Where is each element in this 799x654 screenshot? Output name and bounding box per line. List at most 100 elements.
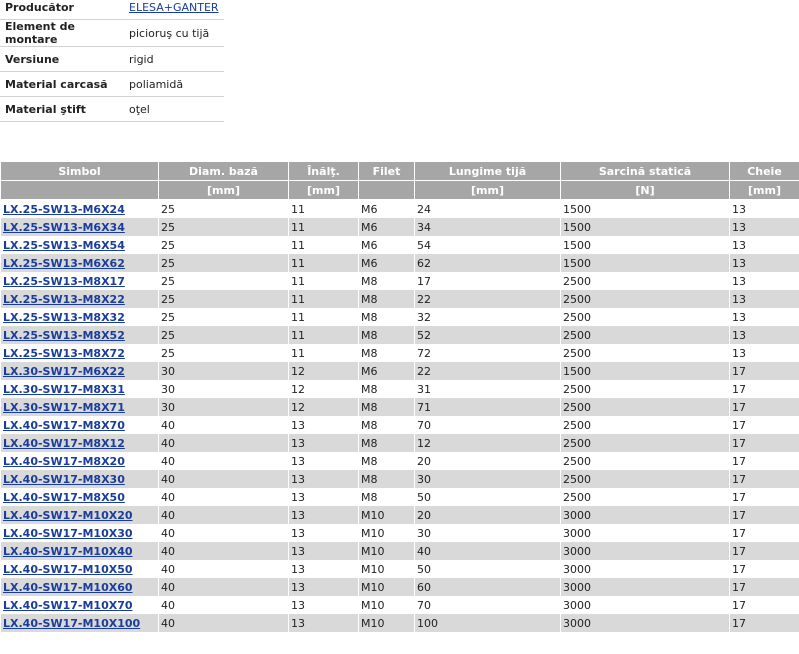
cell-base-diameter: 40 — [158, 596, 289, 614]
symbol-link[interactable]: LX.30-SW17-M8X31 — [3, 383, 125, 396]
col-header-stem-length[interactable]: Lungime tijă — [414, 161, 561, 181]
cell-stem-length: 52 — [414, 326, 561, 344]
cell-static-load: 2500 — [560, 344, 730, 362]
cell-height: 11 — [288, 254, 359, 272]
table-row: LX.40-SW17-M10X70 40 13 M10 70 3000 17 — [0, 596, 799, 614]
unit-wrench: [mm] — [729, 180, 799, 200]
product-properties-table: Producător ELESA+GANTER Element de montare… — [0, 0, 224, 122]
cell-base-diameter: 40 — [158, 470, 289, 488]
cell-thread: M6 — [358, 199, 415, 218]
cell-base-diameter: 30 — [158, 362, 289, 380]
symbol-link[interactable]: LX.25-SW13-M6X54 — [3, 239, 125, 252]
table-row: LX.40-SW17-M8X12 40 13 M8 12 2500 17 — [0, 434, 799, 452]
symbol-link[interactable]: LX.25-SW13-M6X34 — [3, 221, 125, 234]
cell-base-diameter: 25 — [158, 344, 289, 362]
unit-height: [mm] — [288, 180, 359, 200]
cell-height: 12 — [288, 362, 359, 380]
cell-thread: M10 — [358, 506, 415, 524]
manufacturer-link[interactable]: ELESA+GANTER — [129, 1, 219, 14]
symbol-link[interactable]: LX.40-SW17-M8X30 — [3, 473, 125, 486]
symbol-link[interactable]: LX.25-SW13-M8X22 — [3, 293, 125, 306]
cell-height: 12 — [288, 380, 359, 398]
symbol-link[interactable]: LX.40-SW17-M10X70 — [3, 599, 133, 612]
cell-stem-length: 24 — [414, 199, 561, 218]
col-header-base-diameter[interactable]: Diam. bază — [158, 161, 289, 181]
cell-base-diameter: 25 — [158, 236, 289, 254]
cell-base-diameter: 40 — [158, 452, 289, 470]
cell-static-load: 2500 — [560, 308, 730, 326]
col-header-symbol[interactable]: Simbol — [0, 161, 159, 181]
symbol-link[interactable]: LX.40-SW17-M10X60 — [3, 581, 133, 594]
table-row: LX.40-SW17-M8X20 40 13 M8 20 2500 17 — [0, 452, 799, 470]
cell-stem-length: 50 — [414, 560, 561, 578]
cell-base-diameter: 40 — [158, 614, 289, 632]
cell-height: 13 — [288, 524, 359, 542]
col-header-height[interactable]: Înălţ. — [288, 161, 359, 181]
symbol-link[interactable]: LX.30-SW17-M8X71 — [3, 401, 125, 414]
symbol-link[interactable]: LX.25-SW13-M6X62 — [3, 257, 125, 270]
symbol-link[interactable]: LX.25-SW13-M8X32 — [3, 311, 125, 324]
table-row: LX.25-SW13-M6X34 25 11 M6 34 1500 13 — [0, 218, 799, 236]
symbol-link[interactable]: LX.40-SW17-M10X20 — [3, 509, 133, 522]
cell-base-diameter: 40 — [158, 434, 289, 452]
cell-height: 13 — [288, 470, 359, 488]
cell-base-diameter: 25 — [158, 308, 289, 326]
table-row: LX.25-SW13-M8X17 25 11 M8 17 2500 13 — [0, 272, 799, 290]
table-row: LX.25-SW13-M6X54 25 11 M6 54 1500 13 — [0, 236, 799, 254]
cell-symbol: LX.30-SW17-M6X22 — [0, 362, 159, 380]
cell-symbol: LX.40-SW17-M8X70 — [0, 416, 159, 434]
property-value: rigid — [124, 46, 224, 72]
symbol-link[interactable]: LX.40-SW17-M10X100 — [3, 617, 140, 630]
cell-height: 11 — [288, 236, 359, 254]
cell-static-load: 2500 — [560, 470, 730, 488]
col-header-wrench[interactable]: Cheie — [729, 161, 799, 181]
cell-static-load: 2500 — [560, 326, 730, 344]
cell-static-load: 1500 — [560, 362, 730, 380]
cell-symbol: LX.25-SW13-M6X62 — [0, 254, 159, 272]
cell-static-load: 2500 — [560, 488, 730, 506]
cell-symbol: LX.40-SW17-M10X100 — [0, 614, 159, 632]
cell-static-load: 3000 — [560, 596, 730, 614]
table-units-row: [mm] [mm] [mm] [N] [mm] — [0, 180, 799, 200]
symbol-link[interactable]: LX.25-SW13-M8X52 — [3, 329, 125, 342]
property-label: Material ştift — [0, 96, 124, 122]
cell-base-diameter: 40 — [158, 560, 289, 578]
cell-symbol: LX.40-SW17-M8X20 — [0, 452, 159, 470]
symbol-link[interactable]: LX.40-SW17-M10X40 — [3, 545, 133, 558]
cell-stem-length: 34 — [414, 218, 561, 236]
property-label: Material carcasă — [0, 71, 124, 97]
symbol-link[interactable]: LX.40-SW17-M10X50 — [3, 563, 133, 576]
symbol-link[interactable]: LX.25-SW13-M8X17 — [3, 275, 125, 288]
symbol-link[interactable]: LX.40-SW17-M8X50 — [3, 491, 125, 504]
cell-thread: M10 — [358, 524, 415, 542]
cell-stem-length: 22 — [414, 290, 561, 308]
cell-symbol: LX.40-SW17-M10X30 — [0, 524, 159, 542]
cell-base-diameter: 25 — [158, 326, 289, 344]
symbol-link[interactable]: LX.40-SW17-M8X12 — [3, 437, 125, 450]
symbol-link[interactable]: LX.40-SW17-M10X30 — [3, 527, 133, 540]
cell-base-diameter: 25 — [158, 272, 289, 290]
symbol-link[interactable]: LX.40-SW17-M8X70 — [3, 419, 125, 432]
cell-height: 13 — [288, 452, 359, 470]
cell-wrench: 17 — [729, 578, 799, 596]
symbol-link[interactable]: LX.25-SW13-M8X72 — [3, 347, 125, 360]
col-header-static-load[interactable]: Sarcină statică — [560, 161, 730, 181]
cell-height: 13 — [288, 506, 359, 524]
cell-static-load: 3000 — [560, 542, 730, 560]
cell-wrench: 17 — [729, 470, 799, 488]
cell-thread: M8 — [358, 380, 415, 398]
cell-static-load: 1500 — [560, 199, 730, 218]
symbol-link[interactable]: LX.25-SW13-M6X24 — [3, 203, 125, 216]
unit-static-load: [N] — [560, 180, 730, 200]
symbol-link[interactable]: LX.30-SW17-M6X22 — [3, 365, 125, 378]
cell-stem-length: 30 — [414, 524, 561, 542]
symbol-link[interactable]: LX.40-SW17-M8X20 — [3, 455, 125, 468]
cell-wrench: 13 — [729, 218, 799, 236]
cell-static-load: 2500 — [560, 434, 730, 452]
cell-symbol: LX.30-SW17-M8X71 — [0, 398, 159, 416]
cell-stem-length: 50 — [414, 488, 561, 506]
cell-wrench: 13 — [729, 254, 799, 272]
col-header-thread[interactable]: Filet — [358, 161, 415, 181]
cell-base-diameter: 25 — [158, 218, 289, 236]
cell-height: 13 — [288, 596, 359, 614]
